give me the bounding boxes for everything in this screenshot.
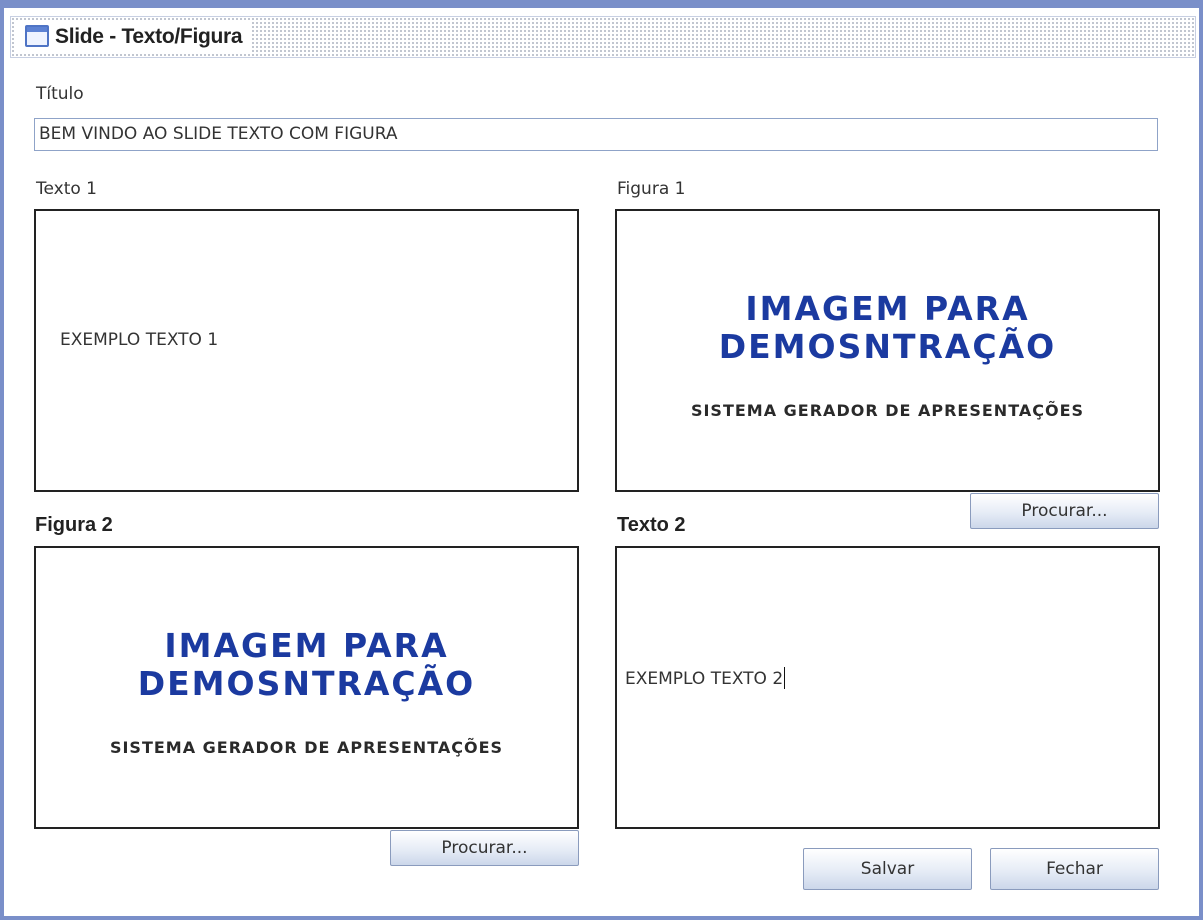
close-button[interactable]: Fechar xyxy=(990,848,1159,890)
texto1-label: Texto 1 xyxy=(36,179,98,199)
texto2-value: EXEMPLO TEXTO 2 xyxy=(625,669,784,689)
figura1-image-line1: IMAGEM PARA xyxy=(745,289,1030,328)
text-caret xyxy=(784,667,786,689)
texto1-textarea[interactable]: EXEMPLO TEXTO 1 xyxy=(34,209,579,492)
figura2-image-line2: DEMOSNTRAÇÃO xyxy=(137,664,476,703)
save-button[interactable]: Salvar xyxy=(803,848,972,890)
title-plate: Slide - Texto/Figura xyxy=(15,21,253,53)
texto2-label: Texto 2 xyxy=(617,514,686,536)
figura2-browse-button[interactable]: Procurar... xyxy=(390,830,579,866)
figura2-image-line1: IMAGEM PARA xyxy=(164,626,449,665)
figura2-image-panel: IMAGEM PARA DEMOSNTRAÇÃO SISTEMA GERADOR… xyxy=(34,546,579,829)
figura1-image-line3: SISTEMA GERADOR DE APRESENTAÇÕES xyxy=(690,401,1085,420)
texto2-text: EXEMPLO TEXTO 2 xyxy=(625,667,786,689)
title-bar[interactable]: Slide - Texto/Figura xyxy=(10,16,1196,58)
texto1-value: EXEMPLO TEXTO 1 xyxy=(60,330,219,350)
figura2-label: Figura 2 xyxy=(35,514,113,536)
figura2-image-line3: SISTEMA GERADOR DE APRESENTAÇÕES xyxy=(109,738,504,757)
texto2-textarea[interactable]: EXEMPLO TEXTO 2 xyxy=(615,546,1160,829)
figura1-label: Figura 1 xyxy=(617,179,686,199)
figura1-browse-button[interactable]: Procurar... xyxy=(970,493,1159,529)
titulo-input[interactable]: BEM VINDO AO SLIDE TEXTO COM FIGURA xyxy=(34,118,1158,151)
figura1-image-line2: DEMOSNTRAÇÃO xyxy=(718,327,1057,366)
figura1-image-panel: IMAGEM PARA DEMOSNTRAÇÃO SISTEMA GERADOR… xyxy=(615,209,1160,492)
window-title: Slide - Texto/Figura xyxy=(55,25,243,48)
window-icon[interactable] xyxy=(25,25,49,47)
titulo-label: Título xyxy=(36,84,84,104)
